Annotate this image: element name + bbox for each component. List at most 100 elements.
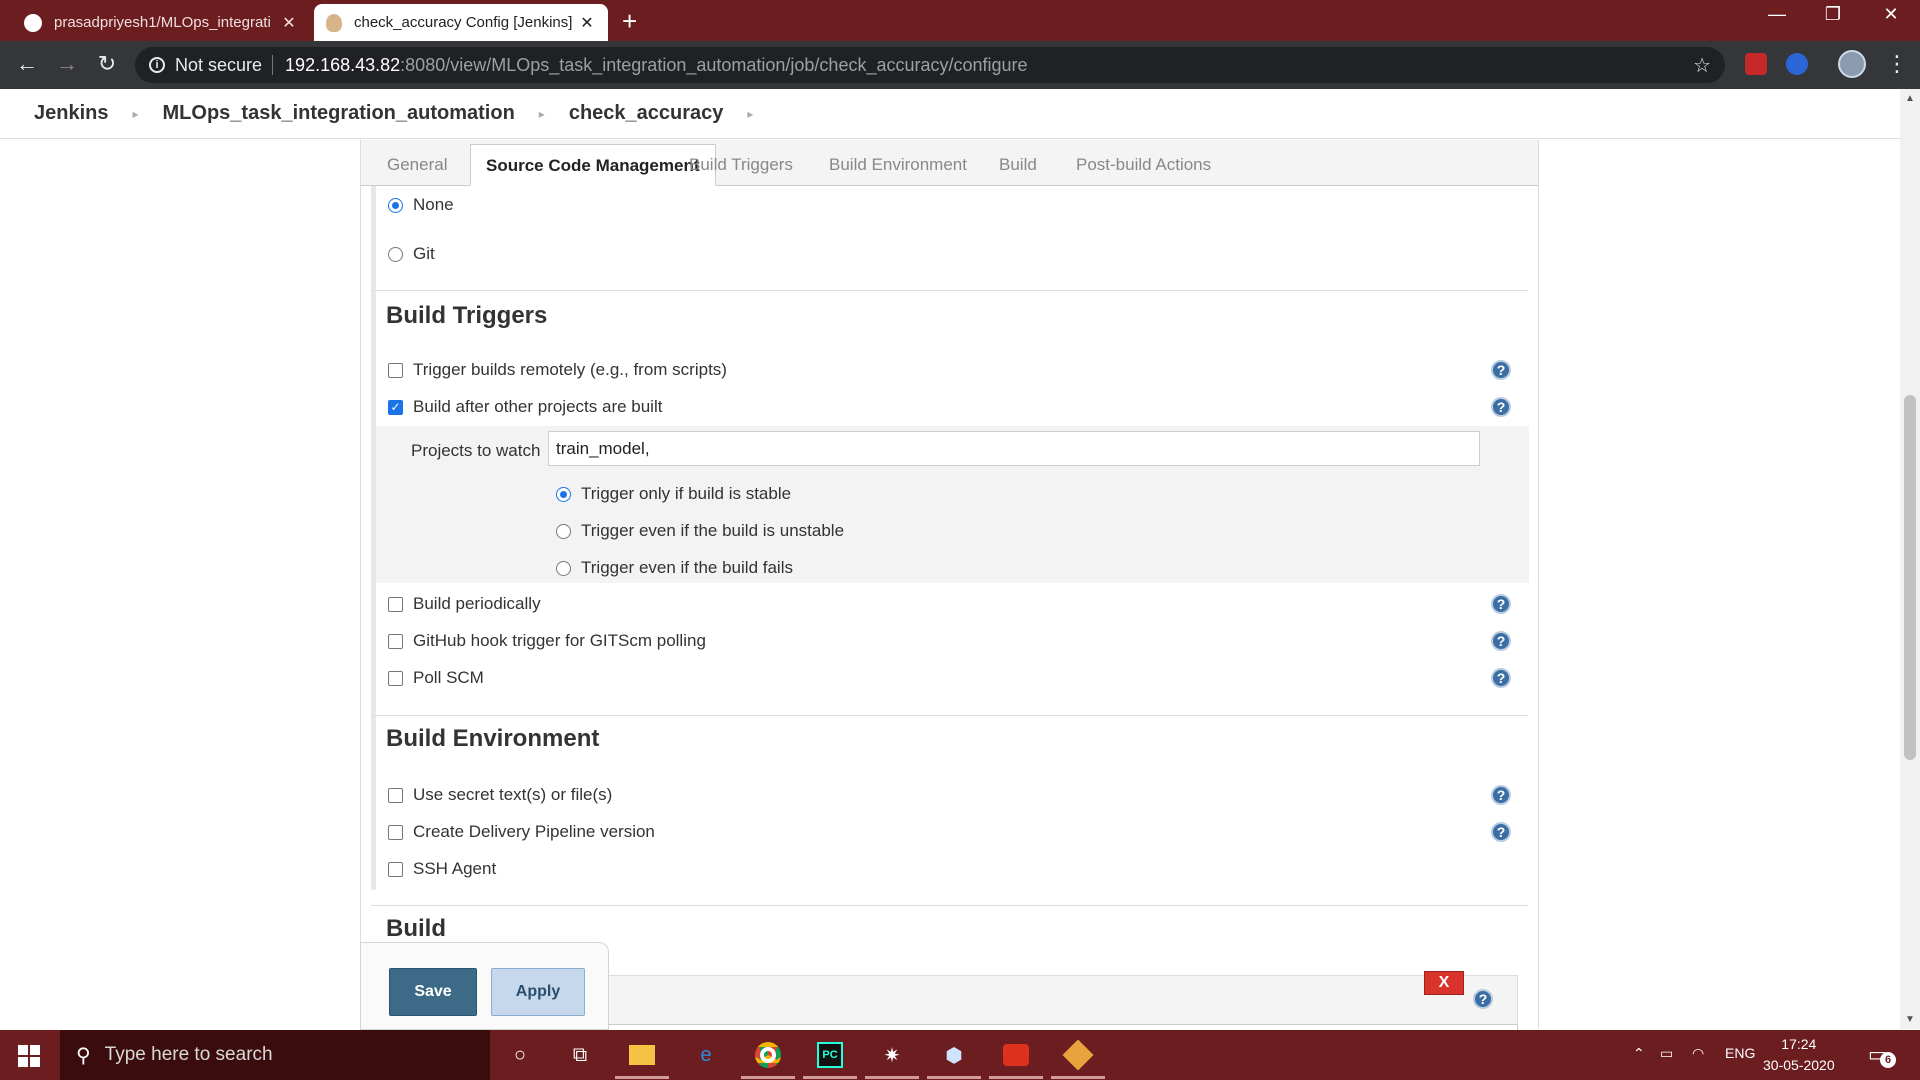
delivery-pipeline-option[interactable]: Create Delivery Pipeline version <box>388 822 655 842</box>
breadcrumb-jenkins[interactable]: Jenkins <box>34 102 108 125</box>
scroll-up-icon[interactable]: ▲ <box>1905 93 1915 104</box>
help-icon[interactable]: ? <box>1491 668 1511 688</box>
cortana-icon[interactable]: ○ <box>504 1039 536 1071</box>
github-hook-option[interactable]: GitHub hook trigger for GITScm polling <box>388 631 706 651</box>
ssh-agent-label: SSH Agent <box>413 859 497 878</box>
tray-overflow-icon[interactable]: ⌃ <box>1633 1045 1645 1062</box>
notification-center-icon[interactable]: ▭ 6 <box>1868 1042 1896 1068</box>
browser-tab-github[interactable]: prasadpriyesh1/MLOps_integrati ✕ <box>12 4 310 41</box>
virtualbox-icon[interactable]: ⬢ <box>938 1039 970 1071</box>
help-icon[interactable]: ? <box>1473 989 1493 1009</box>
trigger-remote-option[interactable]: Trigger builds remotely (e.g., from scri… <box>388 360 727 380</box>
page-scrollbar[interactable]: ▲ ▼ <box>1900 89 1920 1029</box>
browser-tab-jenkins[interactable]: check_accuracy Config [Jenkins] ✕ <box>314 4 608 41</box>
help-icon[interactable]: ? <box>1491 594 1511 614</box>
poll-scm-option[interactable]: Poll SCM <box>388 668 484 688</box>
bookmark-star-icon[interactable]: ☆ <box>1693 53 1711 78</box>
tab-build-triggers[interactable]: Build Triggers <box>674 144 808 186</box>
help-icon[interactable]: ? <box>1491 631 1511 651</box>
trigger-remote-label: Trigger builds remotely (e.g., from scri… <box>413 360 727 379</box>
delivery-pipeline-checkbox[interactable] <box>388 824 403 840</box>
wifi-icon[interactable]: ◠ <box>1692 1045 1704 1062</box>
help-icon[interactable]: ? <box>1491 822 1511 842</box>
github-hook-checkbox[interactable] <box>388 633 403 649</box>
reload-icon[interactable]: ↻ <box>92 51 122 77</box>
trigger-unstable-option[interactable]: Trigger even if the build is unstable <box>556 521 844 541</box>
close-window-icon[interactable]: ✕ <box>1871 4 1911 25</box>
build-periodically-label: Build periodically <box>413 594 541 613</box>
edge-icon[interactable]: e <box>690 1039 722 1071</box>
tab-build[interactable]: Build <box>984 144 1052 186</box>
breadcrumb-job[interactable]: check_accuracy <box>569 102 724 125</box>
projects-to-watch-label: Projects to watch <box>411 441 541 460</box>
language-indicator[interactable]: ENG <box>1725 1045 1755 1061</box>
browser-tab-strip: prasadpriyesh1/MLOps_integrati ✕ check_a… <box>0 0 1920 41</box>
poll-scm-checkbox[interactable] <box>388 670 403 686</box>
apply-button[interactable]: Apply <box>491 968 585 1016</box>
extension-icon[interactable] <box>1786 53 1808 75</box>
secret-text-option[interactable]: Use secret text(s) or file(s) <box>388 785 612 805</box>
build-after-other-option[interactable]: ✓ Build after other projects are built <box>388 397 662 417</box>
ssh-agent-checkbox[interactable] <box>388 861 403 877</box>
trigger-unstable-radio[interactable] <box>556 523 571 539</box>
redhat-app-icon[interactable] <box>1000 1039 1032 1071</box>
tab-general[interactable]: General <box>372 144 462 186</box>
trigger-stable-option[interactable]: Trigger only if build is stable <box>556 484 791 504</box>
pocket-extension-icon[interactable] <box>1745 53 1767 75</box>
close-tab-icon[interactable]: ✕ <box>280 13 298 33</box>
help-icon[interactable]: ? <box>1491 360 1511 380</box>
trigger-remote-checkbox[interactable] <box>388 362 403 378</box>
restore-icon[interactable]: ❐ <box>1813 4 1853 25</box>
battery-icon[interactable]: ▭ <box>1660 1045 1673 1062</box>
taskbar-clock[interactable]: 17:24 30-05-2020 <box>1763 1034 1835 1076</box>
scm-git-option[interactable]: Git <box>388 244 435 264</box>
scm-none-option[interactable]: None <box>388 195 454 215</box>
scroll-down-icon[interactable]: ▼ <box>1905 1014 1915 1025</box>
build-title: Build <box>386 915 446 942</box>
breadcrumb-arrow-icon[interactable]: ▸ <box>747 107 753 121</box>
trigger-fails-radio[interactable] <box>556 560 571 576</box>
back-icon[interactable]: ← <box>12 51 42 77</box>
windows-start-icon[interactable] <box>18 1045 40 1067</box>
breadcrumb-view[interactable]: MLOps_task_integration_automation <box>163 102 515 125</box>
scm-git-radio[interactable] <box>388 246 403 262</box>
browser-menu-icon[interactable]: ⋮ <box>1886 51 1908 77</box>
forward-icon[interactable]: → <box>52 51 82 77</box>
pycharm-icon[interactable]: PC <box>814 1039 846 1071</box>
security-label: Not secure <box>175 54 263 75</box>
close-tab-icon[interactable]: ✕ <box>578 13 596 33</box>
projects-to-watch-input[interactable]: train_model, <box>548 431 1480 466</box>
github-hook-label: GitHub hook trigger for GITScm polling <box>413 631 706 650</box>
delete-build-step-button[interactable]: X <box>1424 971 1464 995</box>
minimize-icon[interactable]: — <box>1757 4 1797 25</box>
info-icon[interactable]: i <box>149 57 165 73</box>
task-view-icon[interactable]: ⧉ <box>564 1039 596 1071</box>
ssh-agent-option[interactable]: SSH Agent <box>388 859 496 879</box>
help-icon[interactable]: ? <box>1491 785 1511 805</box>
build-periodically-option[interactable]: Build periodically <box>388 594 541 614</box>
running-indicator <box>865 1076 919 1079</box>
profile-avatar[interactable] <box>1838 50 1866 78</box>
scm-none-radio[interactable] <box>388 197 403 213</box>
secret-text-checkbox[interactable] <box>388 787 403 803</box>
running-indicator <box>615 1076 669 1079</box>
running-indicator <box>1051 1076 1105 1079</box>
trigger-fails-option[interactable]: Trigger even if the build fails <box>556 558 793 578</box>
new-tab-button[interactable]: + <box>622 6 637 37</box>
scrollbar-thumb[interactable] <box>1904 395 1916 760</box>
address-bar[interactable]: i Not secure 192.168.43.82 :8080/view/ML… <box>135 47 1725 83</box>
tab-build-environment[interactable]: Build Environment <box>814 144 982 186</box>
breadcrumb-arrow-icon[interactable]: ▸ <box>539 107 545 121</box>
taskbar-search[interactable]: ⚲ Type here to search <box>60 1030 490 1080</box>
network-app-icon[interactable]: ✷ <box>876 1039 908 1071</box>
tab-post-build-actions[interactable]: Post-build Actions <box>1061 144 1226 186</box>
build-after-other-checkbox[interactable]: ✓ <box>388 399 403 415</box>
breadcrumb-arrow-icon[interactable]: ▸ <box>132 107 138 121</box>
chrome-icon[interactable] <box>752 1039 784 1071</box>
file-explorer-icon[interactable] <box>626 1039 658 1071</box>
save-button[interactable]: Save <box>389 968 477 1016</box>
build-periodically-checkbox[interactable] <box>388 596 403 612</box>
git-icon[interactable] <box>1062 1039 1094 1071</box>
help-icon[interactable]: ? <box>1491 397 1511 417</box>
trigger-stable-radio[interactable] <box>556 486 571 502</box>
